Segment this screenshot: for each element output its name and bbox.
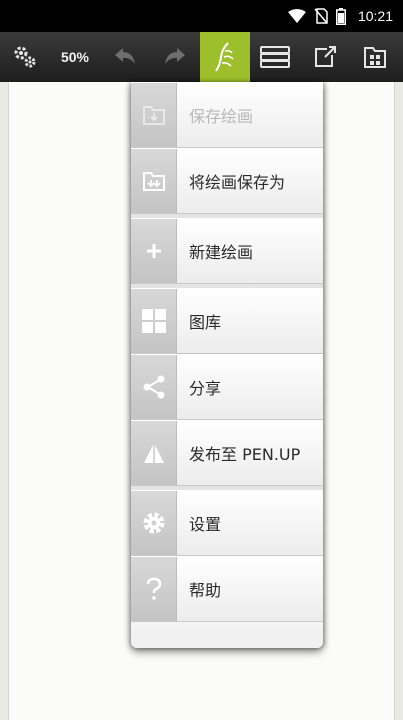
menu-panel-button[interactable] [350, 32, 400, 82]
status-bar: 10:21 [0, 0, 403, 32]
settings-button[interactable] [0, 32, 50, 82]
menu-item-label: 设置 [189, 515, 222, 534]
save-as-icon [142, 172, 165, 191]
menu-item-new-drawing[interactable]: 新建绘画 [131, 218, 323, 284]
menu-item-label: 新建绘画 [189, 243, 254, 262]
menu-item-label: 发布至 PEN.UP [189, 445, 301, 464]
menu-panel-icon [364, 47, 386, 68]
gallery-grid-icon [141, 309, 166, 333]
undo-icon [115, 48, 135, 64]
menu-item-label: 将绘画保存为 [189, 173, 286, 192]
menu-item-share[interactable]: 分享 [131, 354, 323, 420]
menu-item-label: 帮助 [189, 581, 222, 600]
menu-item-publish-penup[interactable]: 发布至 PEN.UP [131, 420, 323, 486]
share-icon [143, 375, 164, 399]
menu-item-label: 保存绘画 [189, 107, 254, 126]
menu-item-label: 分享 [189, 379, 222, 398]
clock: 10:21 [357, 8, 393, 24]
menu-item-save-as[interactable]: 将绘画保存为 [131, 148, 323, 214]
zoom-level[interactable]: 50% [50, 32, 100, 82]
pen-icon [215, 42, 234, 72]
settings-icon [14, 46, 36, 68]
export-button[interactable] [300, 32, 350, 82]
undo-button[interactable] [100, 32, 150, 82]
battery-icon [335, 7, 346, 25]
no-sim-icon [314, 8, 328, 24]
pen-tool-button[interactable] [200, 32, 250, 82]
penup-icon [143, 443, 164, 463]
layers-button[interactable] [250, 32, 300, 82]
plus-icon [146, 244, 161, 258]
layers-icon [260, 46, 290, 68]
menu-item-save[interactable]: 保存绘画 [131, 82, 323, 148]
redo-button[interactable] [150, 32, 200, 82]
file-menu: 保存绘画 将绘画保存为 新建绘画 图库 分享 发布至 PEN.UP 设置 帮助 [131, 82, 323, 648]
wifi-icon [287, 9, 306, 23]
export-icon [315, 46, 336, 67]
menu-item-help[interactable]: 帮助 [131, 556, 323, 622]
help-icon [146, 577, 161, 600]
menu-footer [131, 628, 323, 648]
toolbar: 50% [0, 32, 403, 82]
menu-item-gallery[interactable]: 图库 [131, 288, 323, 354]
gear-icon [143, 512, 164, 534]
menu-item-settings[interactable]: 设置 [131, 490, 323, 556]
menu-item-label: 图库 [189, 313, 222, 332]
save-icon [142, 106, 165, 125]
redo-icon [165, 48, 185, 64]
